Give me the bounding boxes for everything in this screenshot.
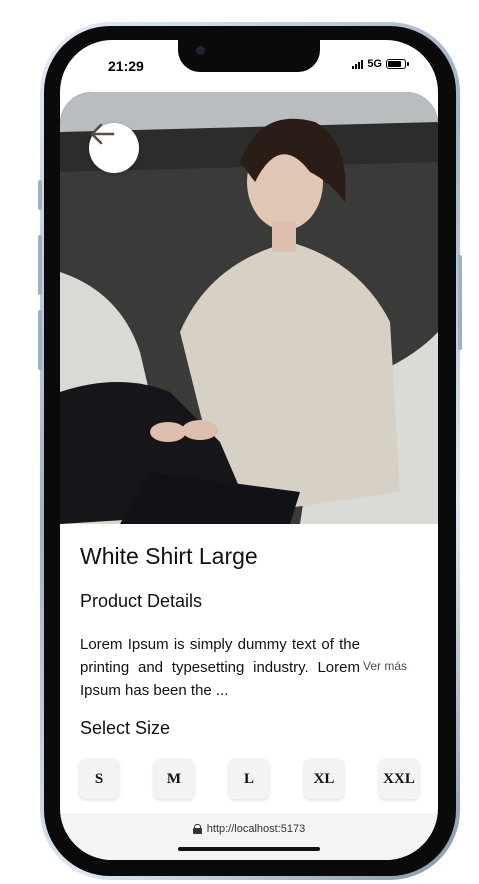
arrow-left-icon — [90, 123, 115, 145]
status-time: 21:29 — [108, 58, 144, 74]
back-button[interactable] — [89, 123, 139, 173]
product-description: Lorem Ipsum is simply dummy text of the … — [80, 636, 360, 699]
url-display[interactable]: http://localhost:5173 — [60, 823, 438, 835]
size-button-s[interactable]: S — [79, 759, 119, 799]
home-indicator[interactable] — [178, 847, 320, 851]
signal-icon — [352, 59, 364, 69]
size-button-xxl[interactable]: XXL — [379, 759, 419, 799]
network-label: 5G — [367, 58, 382, 70]
product-image — [60, 92, 438, 524]
phone-power-button — [458, 255, 462, 350]
lock-icon — [192, 824, 202, 834]
read-more-link[interactable]: Ver más — [363, 659, 407, 673]
screen: 21:29 5G White Shirt Large Product Detai… — [60, 40, 438, 860]
select-size-heading: Select Size — [80, 718, 171, 738]
camera — [196, 46, 205, 55]
notch — [178, 40, 320, 72]
product-details-heading: Product Details — [80, 591, 203, 611]
phone-side-button — [38, 180, 42, 210]
phone-volume-up — [38, 235, 42, 295]
phone-volume-down — [38, 310, 42, 370]
browser-url-bar[interactable]: http://localhost:5173 — [60, 813, 438, 860]
size-button-xl[interactable]: XL — [304, 759, 344, 799]
battery-icon — [386, 59, 409, 69]
size-button-m[interactable]: M — [154, 759, 194, 799]
status-indicators: 5G — [352, 58, 409, 70]
size-button-l[interactable]: L — [229, 759, 269, 799]
url-text: http://localhost:5173 — [206, 823, 306, 835]
product-title: White Shirt Large — [80, 543, 258, 569]
